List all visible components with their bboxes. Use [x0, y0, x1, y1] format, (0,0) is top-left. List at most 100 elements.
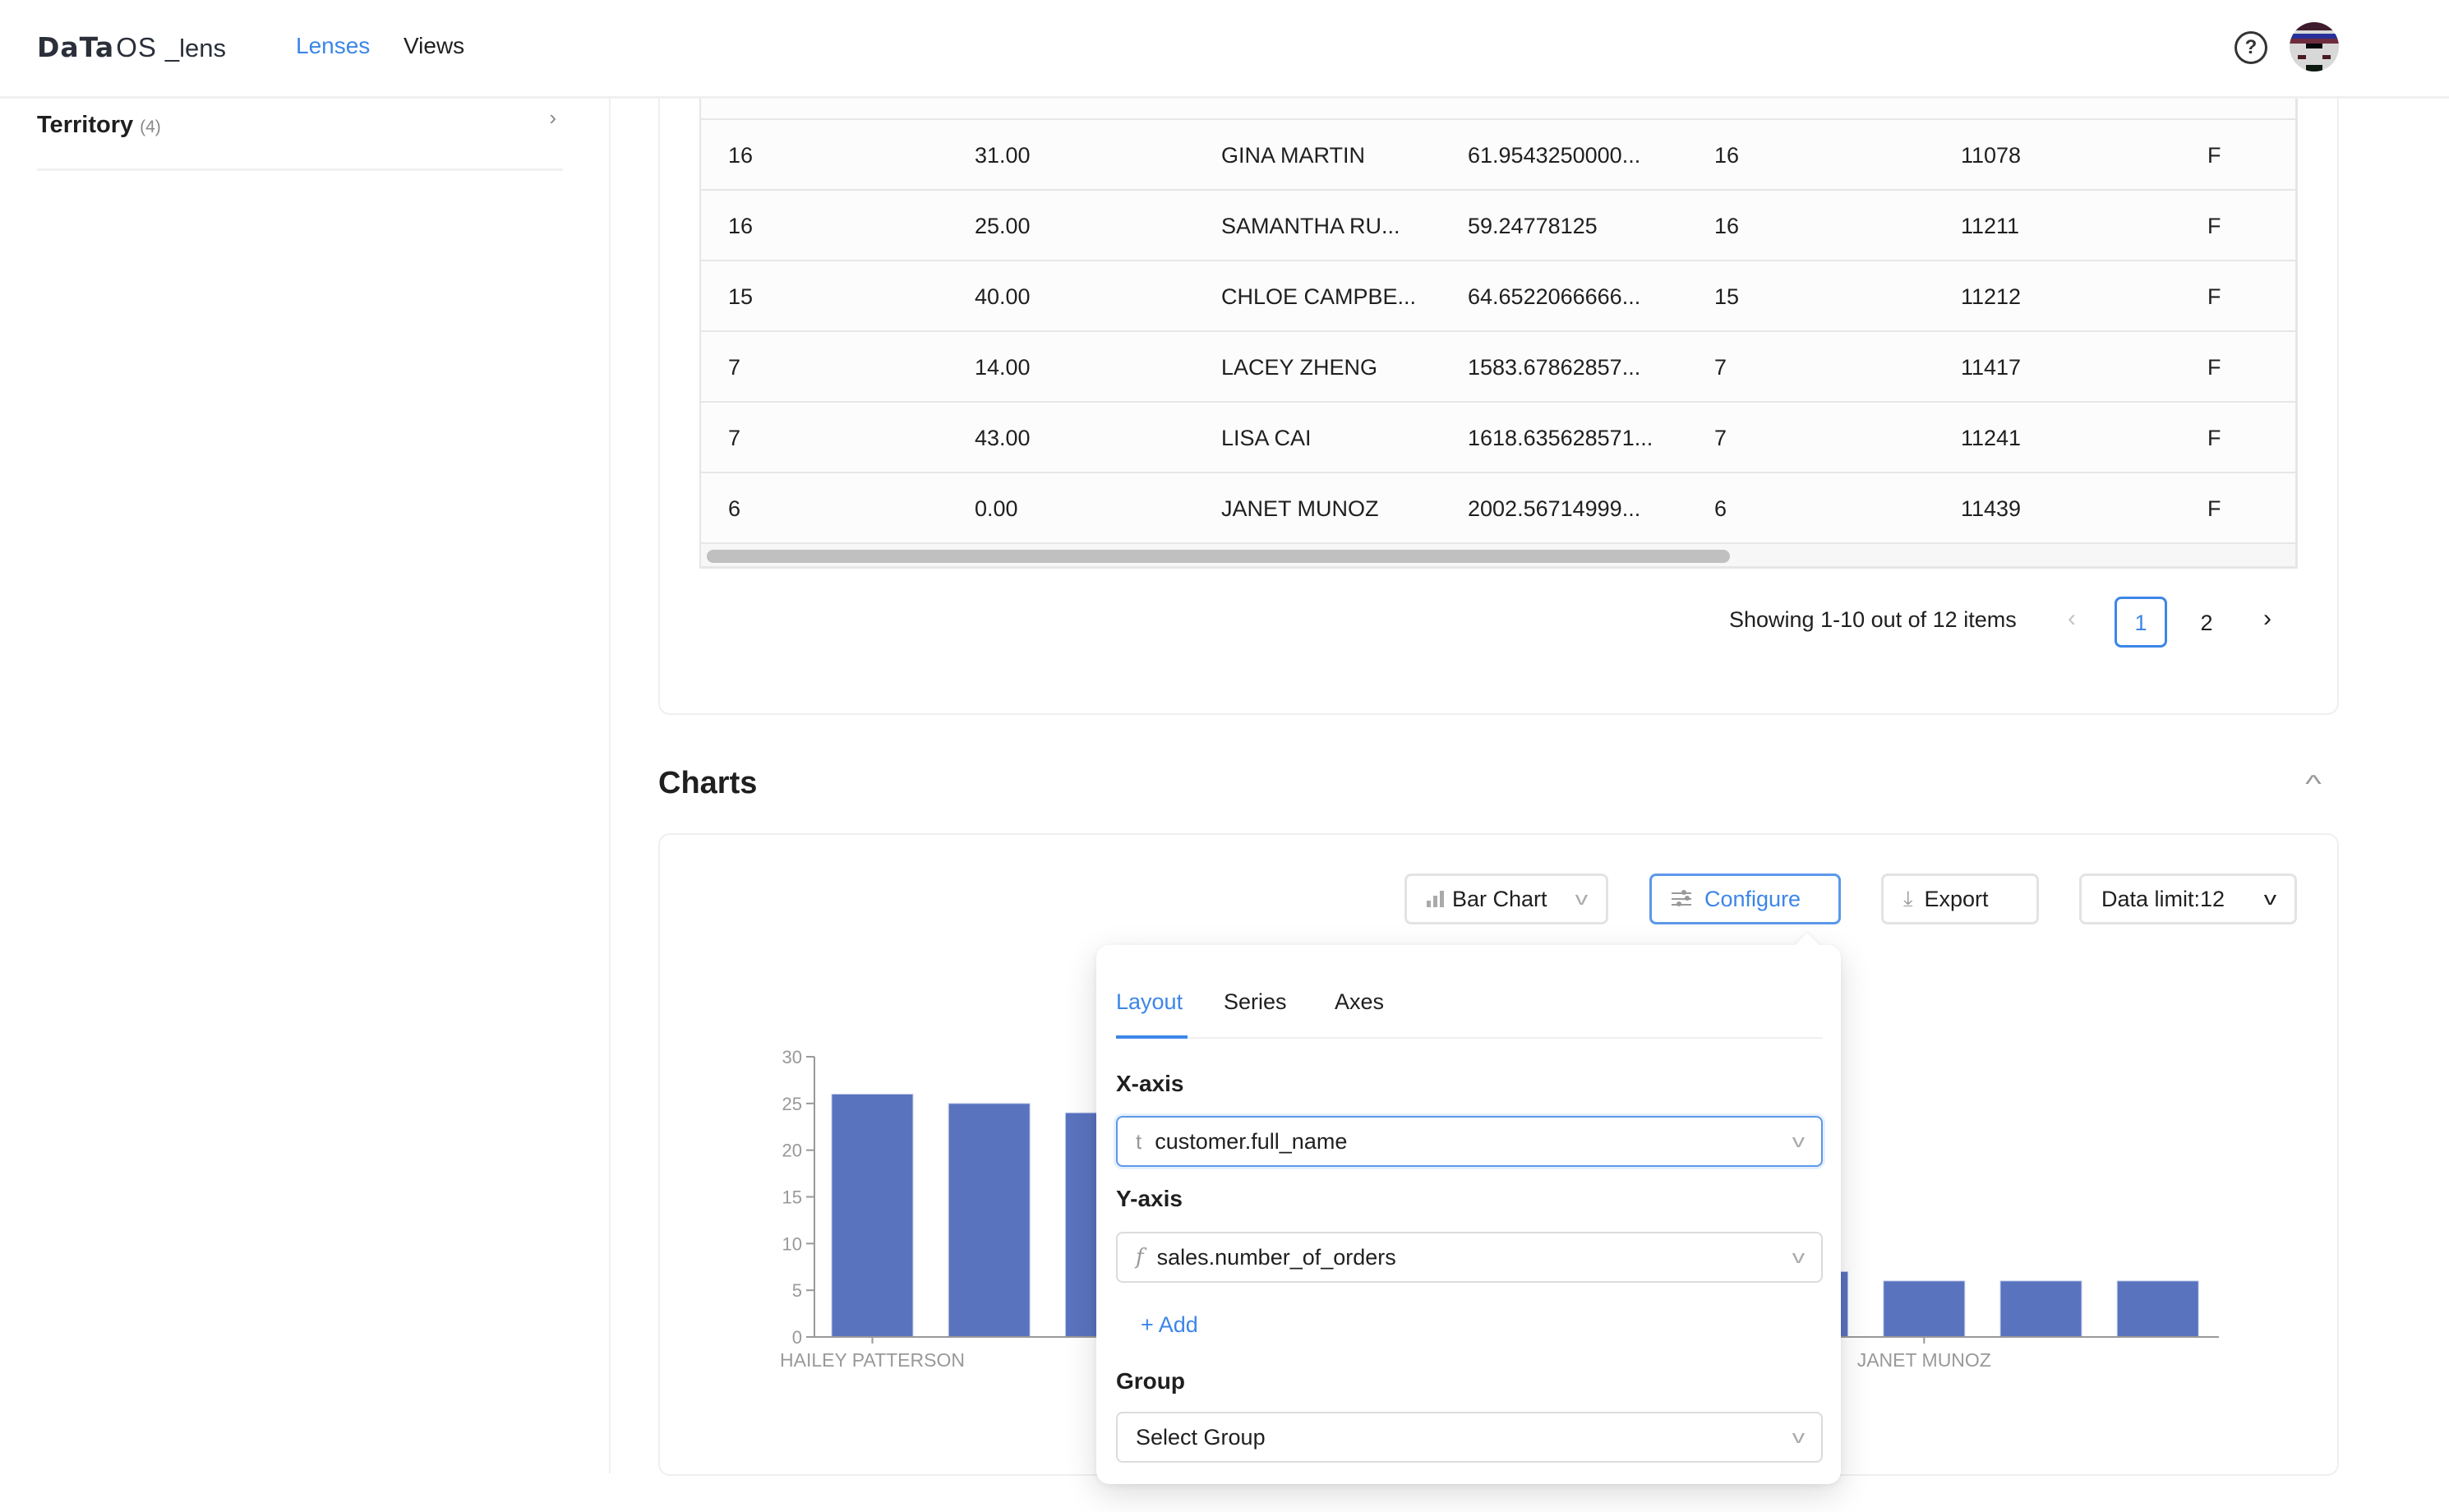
tab-divider [1116, 1037, 1823, 1039]
table-cell: 15 [728, 284, 754, 309]
table-cell: F [2207, 426, 2221, 450]
dataos-lens-logo[interactable]: DaTa OS _lens [37, 31, 226, 64]
top-header: DaTa OS _lens Lenses Views ? [0, 0, 2449, 99]
table-cell: 64.6522066666... [1468, 284, 1641, 309]
group-placeholder: Select Group [1136, 1424, 1266, 1450]
table-cell: 16 [728, 143, 754, 168]
table-row[interactable]: 7 14.00 LACEY ZHENG 1583.67862857... 7 11417 F [701, 332, 2295, 403]
configure-button[interactable]: Configure [1649, 874, 1841, 924]
table-cell: F [2207, 214, 2221, 238]
charts-section-title: Charts [658, 766, 758, 800]
table-cell: 11439 [1961, 496, 2022, 521]
chevron-down-icon: v [1792, 1131, 1806, 1151]
add-y-axis-button[interactable]: + Add [1141, 1312, 1198, 1338]
table-cell: 14.00 [975, 355, 1031, 380]
table-row[interactable]: 15 40.00 CHLOE CAMPBE... 64.6522066666... 15… [701, 261, 2295, 332]
table-cell: 43.00 [975, 426, 1031, 450]
table-cell: LACEY ZHENG [1221, 355, 1378, 380]
table-cell: 1583.67862857... [1468, 355, 1641, 380]
nav-lenses[interactable]: Lenses [296, 33, 370, 59]
chevron-down-icon: v [1792, 1427, 1806, 1447]
table-cell: 16 [1714, 143, 1740, 168]
table-cell: 6 [728, 496, 741, 521]
export-label: Export [1924, 886, 1989, 911]
data-limit-label: Data limit:12 [2101, 886, 2225, 911]
table-cell: 6 [1714, 496, 1727, 521]
scrollbar-thumb[interactable] [707, 550, 1730, 563]
tab-series[interactable]: Series [1224, 989, 1287, 1015]
table-cell: 11241 [1961, 426, 2022, 450]
help-icon[interactable]: ? [2235, 31, 2267, 64]
pagination-summary: Showing 1-10 out of 12 items [1729, 607, 2017, 632]
chart-type-select[interactable]: Bar Chart v [1404, 874, 1608, 924]
x-axis-select[interactable]: t customer.full_name v [1116, 1116, 1823, 1167]
chevron-down-icon: v [2263, 888, 2277, 909]
active-tab-indicator [1116, 1035, 1188, 1039]
x-axis-value: customer.full_name [1155, 1128, 1348, 1154]
table-row[interactable]: 7 43.00 LISA CAI 1618.635628571... 7 11241 F [701, 403, 2295, 473]
sidebar-item-count: (4) [140, 118, 161, 136]
table-cell: 0.00 [975, 496, 1018, 521]
table-cell: 2002.56714999... [1468, 496, 1641, 521]
table-cell: SAMANTHA RU... [1221, 214, 1400, 238]
sidebar-item-territory[interactable]: Territory (4) › [37, 105, 563, 171]
configure-label: Configure [1704, 886, 1801, 911]
table-cell: 7 [728, 426, 741, 450]
group-label: Group [1116, 1368, 1185, 1394]
y-axis-label: Y-axis [1116, 1186, 1183, 1211]
table-row[interactable]: 16 25.00 SAMANTHA RU... 59.24778125 16 11211 F [701, 191, 2295, 261]
table-cell: 7 [1714, 426, 1727, 450]
group-select[interactable]: Select Group v [1116, 1412, 1823, 1463]
horizontal-scrollbar[interactable] [701, 544, 2295, 569]
table-row[interactable]: 6 0.00 JANET MUNOZ 2002.56714999... 6 11439 F [701, 473, 2295, 544]
table-cell: F [2207, 143, 2221, 168]
logo-suffix: _lens [164, 34, 226, 62]
chevron-down-icon: v [1792, 1247, 1806, 1267]
table-row[interactable]: 16 31.00 GINA MARTIN 61.9543250000... 16 1107… [701, 120, 2295, 191]
table-cell: F [2207, 284, 2221, 309]
function-type-icon: f [1136, 1245, 1144, 1270]
sidebar-item-label: Territory (4) [37, 112, 161, 138]
chevron-down-icon: v [1575, 888, 1589, 909]
table-cell: 11417 [1961, 355, 2022, 380]
pagination-page-2[interactable]: 2 [2180, 597, 2233, 648]
avatar[interactable] [2290, 22, 2339, 71]
table-row-partial [701, 99, 2295, 120]
logo-bold: DaTa [37, 31, 115, 63]
table-cell: LISA CAI [1221, 426, 1312, 450]
table-cell: GINA MARTIN [1221, 143, 1366, 168]
export-button[interactable]: ⤓ Export [1881, 874, 2039, 924]
table-cell: F [2207, 355, 2221, 380]
sliders-icon [1672, 890, 1691, 908]
table-cell: 61.9543250000... [1468, 143, 1641, 168]
table-cell: 16 [1714, 214, 1740, 238]
y-axis-value: sales.number_of_orders [1156, 1244, 1396, 1270]
table-cell: 7 [728, 355, 741, 380]
sidebar-divider [609, 99, 611, 1473]
table-cell: 1618.635628571... [1468, 426, 1653, 450]
table-cell: 11078 [1961, 143, 2022, 168]
table-cell: 15 [1714, 284, 1740, 309]
data-limit-select[interactable]: Data limit:12 v [2079, 874, 2297, 924]
table-cell: 25.00 [975, 214, 1031, 238]
text-type-icon: t [1136, 1128, 1142, 1154]
x-axis-label: X-axis [1116, 1071, 1184, 1096]
table-cell: F [2207, 496, 2221, 521]
chevron-up-icon[interactable]: ^ [2305, 771, 2322, 799]
bar-chart-icon [1427, 891, 1444, 907]
configure-popup: Layout Series Axes X-axis t customer.ful… [1096, 945, 1841, 1484]
tab-axes[interactable]: Axes [1335, 989, 1384, 1015]
table-cell: 11212 [1961, 284, 2022, 309]
table-cell: JANET MUNOZ [1221, 496, 1379, 521]
tab-layout[interactable]: Layout [1116, 989, 1183, 1015]
pagination-next-icon[interactable]: › [2263, 605, 2271, 633]
pagination-prev-icon[interactable]: ‹ [2068, 605, 2076, 633]
y-axis-select[interactable]: f sales.number_of_orders v [1116, 1232, 1823, 1283]
table-cell: CHLOE CAMPBE... [1221, 284, 1417, 309]
table-cell: 11211 [1961, 214, 2020, 238]
nav-views[interactable]: Views [404, 33, 464, 59]
table-cell: 7 [1714, 355, 1727, 380]
chart-type-label: Bar Chart [1452, 886, 1547, 911]
download-icon: ⤓ [1903, 886, 1913, 910]
pagination-page-1[interactable]: 1 [2115, 597, 2167, 648]
